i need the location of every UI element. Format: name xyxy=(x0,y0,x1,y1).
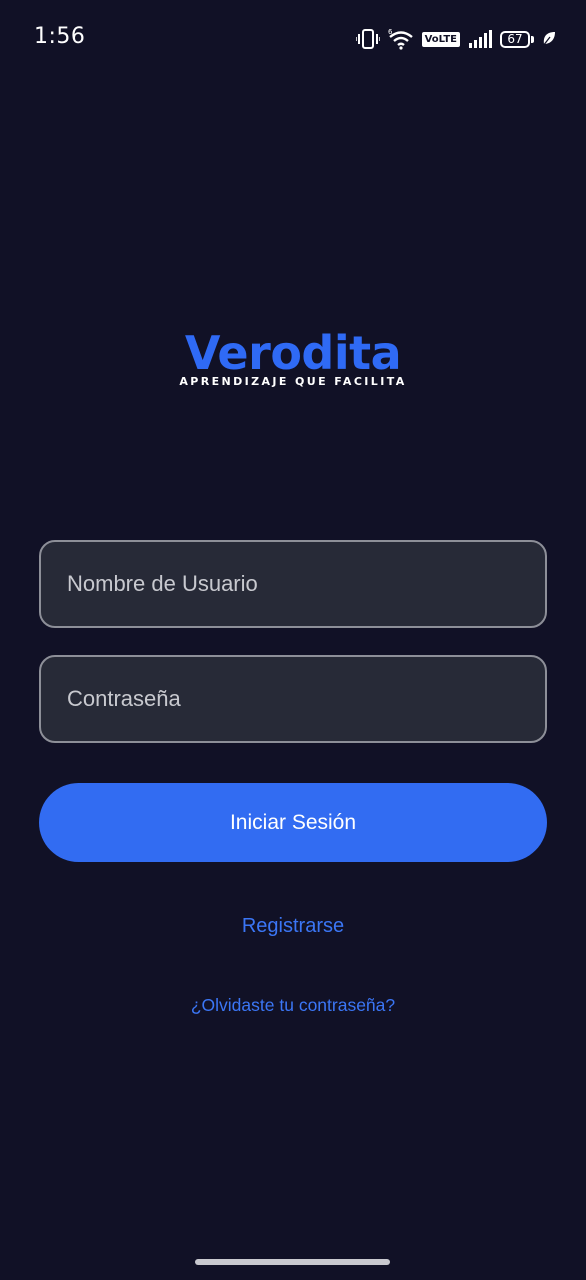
status-icons: 6 VoLTE 67 xyxy=(355,27,556,51)
register-link[interactable]: Registrarse xyxy=(0,915,586,938)
signal-icon xyxy=(468,29,492,49)
username-input[interactable] xyxy=(65,570,521,598)
forgot-password-link[interactable]: ¿Olvidaste tu contraseña? xyxy=(0,995,586,1016)
battery-body: 67 xyxy=(500,30,530,48)
battery-tip xyxy=(531,35,534,43)
app-logo: Verodita APRENDIZAJE QUE FACILITA xyxy=(0,327,586,388)
home-indicator[interactable] xyxy=(195,1259,390,1265)
status-time: 1:56 xyxy=(34,24,86,49)
status-bar: 1:56 6 VoLTE 67 xyxy=(0,0,586,78)
username-field[interactable] xyxy=(39,540,547,628)
logo-tagline: APRENDIZAJE QUE FACILITA xyxy=(179,375,407,388)
leaf-icon xyxy=(542,31,556,47)
password-field[interactable] xyxy=(39,655,547,743)
vibrate-icon xyxy=(355,28,380,50)
wifi-6-icon: 6 xyxy=(388,28,414,50)
logo-wordmark: Verodita xyxy=(184,326,402,380)
password-input[interactable] xyxy=(65,685,521,713)
volte-icon: VoLTE xyxy=(421,31,460,47)
battery-icon: 67 xyxy=(500,30,534,48)
svg-text:6: 6 xyxy=(388,28,393,36)
login-button[interactable]: Iniciar Sesión xyxy=(39,783,547,862)
battery-level: 67 xyxy=(507,32,523,46)
